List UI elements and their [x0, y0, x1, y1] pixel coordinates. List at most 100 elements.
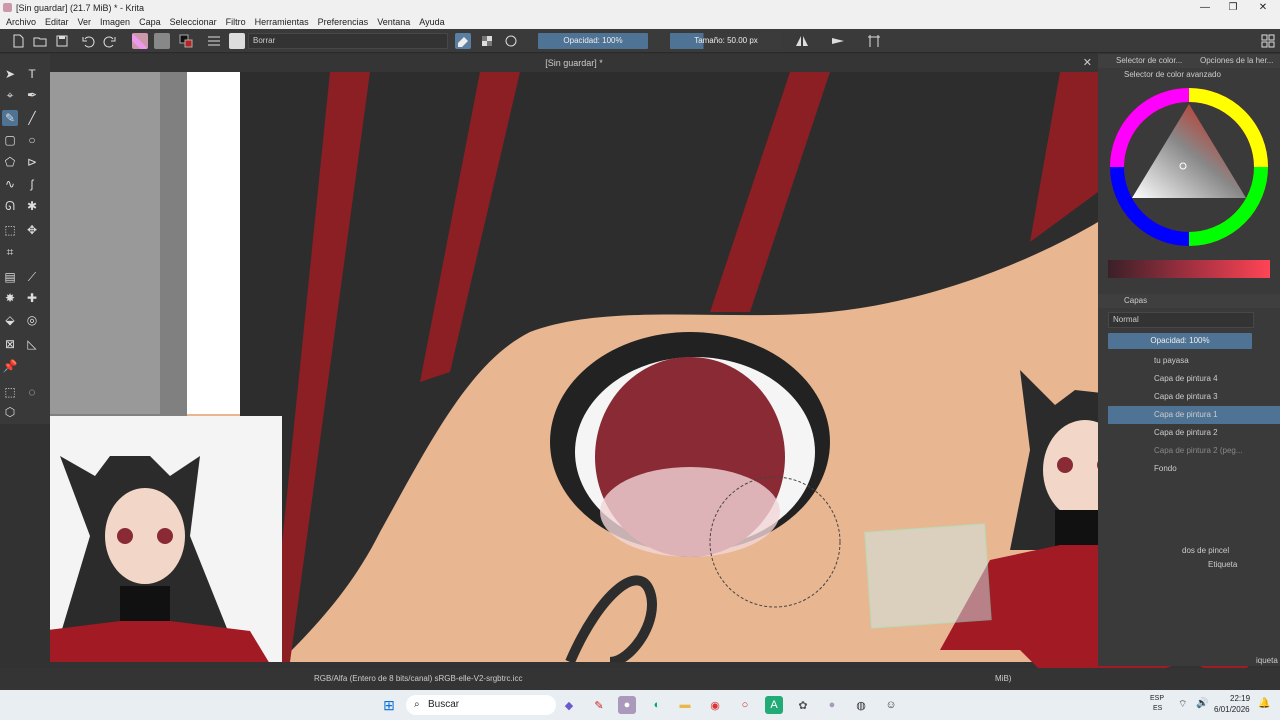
windows-start-icon[interactable]: ⊞ — [380, 696, 398, 714]
close-document-icon[interactable]: ✕ — [1083, 54, 1092, 72]
wifi-icon[interactable]: ⌔ — [1178, 698, 1187, 711]
eraser-mode-icon[interactable] — [455, 33, 471, 49]
brush-settings-icon[interactable] — [206, 33, 222, 49]
menu-filtro[interactable]: Filtro — [226, 17, 246, 27]
file-explorer-icon[interactable]: ▬ — [676, 696, 694, 714]
transform-tool-icon[interactable]: ⬚ — [2, 222, 18, 238]
clock-date[interactable]: 6/01/2026 — [1214, 705, 1250, 714]
assistant-tool-icon[interactable]: ⊠ — [2, 336, 18, 352]
layer-blend-select[interactable]: Normal — [1108, 312, 1254, 328]
menu-preferencias[interactable]: Preferencias — [318, 17, 369, 27]
obs-icon[interactable]: ◍ — [852, 696, 870, 714]
freehand-path-icon[interactable]: ʃ — [24, 176, 40, 192]
ellipse-tool-icon[interactable]: ○ — [24, 132, 40, 148]
redo-icon[interactable] — [102, 33, 118, 49]
volume-icon[interactable]: 🔊 — [1196, 698, 1208, 709]
gradient-tool-icon[interactable]: ▤ — [2, 269, 18, 285]
freehand-brush-icon[interactable]: ✎ — [2, 110, 18, 126]
blend-mode-select[interactable]: Borrar — [248, 33, 448, 49]
color-history-strip[interactable] — [1108, 260, 1270, 278]
layer-opacity-slider[interactable]: Opacidad: 100% — [1108, 333, 1252, 349]
minimize-button[interactable]: — — [1190, 0, 1220, 15]
menu-imagen[interactable]: Imagen — [100, 17, 130, 27]
layer-row-selected[interactable]: Capa de pintura 1 — [1108, 406, 1280, 424]
edit-shapes-icon[interactable]: ⌖ — [2, 87, 18, 103]
reference-tool-icon[interactable]: 📌 — [2, 358, 18, 374]
reload-preset-icon[interactable] — [503, 33, 519, 49]
polyline-tool-icon[interactable]: ⊳ — [24, 154, 40, 170]
polygon-tool-icon[interactable]: ⬠ — [2, 154, 18, 170]
menu-ayuda[interactable]: Ayuda — [419, 17, 444, 27]
maximize-button[interactable]: ❐ — [1218, 0, 1248, 15]
fg-bg-color-icon[interactable] — [178, 33, 194, 49]
save-icon[interactable] — [54, 33, 70, 49]
open-folder-icon[interactable] — [32, 33, 48, 49]
language-top[interactable]: ESP — [1150, 695, 1164, 702]
new-document-icon[interactable] — [10, 33, 26, 49]
rectangle-tool-icon[interactable]: ▢ — [2, 132, 18, 148]
size-slider[interactable]: Tamaño: 50.00 px — [670, 33, 782, 49]
color-space-info: RGB/Alfa (Entero de 8 bits/canal) sRGB-e… — [314, 674, 523, 683]
colorize-mask-icon[interactable]: ✸ — [2, 290, 18, 306]
multibrush-icon[interactable]: ✱ — [24, 198, 40, 214]
wrap-around-icon[interactable] — [866, 33, 882, 49]
clock-time[interactable]: 22:19 — [1230, 694, 1250, 703]
dynamic-brush-icon[interactable]: ᘏ — [2, 198, 18, 214]
brush-preset-icon[interactable] — [229, 33, 245, 49]
mirror-horizontal-icon[interactable] — [794, 33, 810, 49]
layer-row[interactable]: Capa de pintura 2 — [1108, 424, 1280, 442]
chrome-icon[interactable]: ◉ — [706, 696, 724, 714]
document-tab[interactable]: [Sin guardar] * ✕ — [50, 54, 1098, 72]
enclose-fill-icon[interactable]: ◎ — [24, 312, 40, 328]
rect-select-icon[interactable]: ⬚ — [2, 384, 18, 400]
measure-tool-icon[interactable]: ◺ — [24, 336, 40, 352]
app-icon[interactable]: ✎ — [590, 696, 608, 714]
opera-icon[interactable]: ○ — [736, 696, 754, 714]
crop-tool-icon[interactable]: ⌗ — [2, 244, 18, 260]
polygon-select-icon[interactable]: ⬡ — [2, 404, 18, 420]
copilot-icon[interactable]: ◆ — [560, 696, 578, 714]
taskbar-search[interactable]: ⌕ Buscar — [406, 695, 556, 715]
krita-taskbar-icon[interactable]: ● — [618, 696, 636, 714]
menu-archivo[interactable]: Archivo — [6, 17, 36, 27]
color-wheel[interactable] — [1108, 86, 1270, 250]
close-window-button[interactable]: ✕ — [1248, 0, 1278, 15]
app-face-icon[interactable]: ☺ — [882, 696, 900, 714]
line-tool-icon[interactable]: ╱ — [24, 110, 40, 126]
calligraphy-icon[interactable]: ✒ — [24, 87, 40, 103]
text-tool-icon[interactable]: T — [24, 66, 40, 82]
menu-ventana[interactable]: Ventana — [377, 17, 410, 27]
workspace-icon[interactable] — [1260, 33, 1276, 49]
opacity-slider[interactable]: Opacidad: 100% — [538, 33, 648, 49]
layer-row[interactable]: tu payasa — [1108, 352, 1280, 370]
krita-icon[interactable]: ● — [823, 696, 841, 714]
layer-row[interactable]: Fondo — [1108, 460, 1280, 478]
tab-tool-options[interactable]: Opciones de la her... — [1198, 54, 1280, 68]
layer-row[interactable]: Capa de pintura 2 (peg... — [1108, 442, 1280, 460]
layer-row[interactable]: Capa de pintura 4 — [1108, 370, 1280, 388]
menu-capa[interactable]: Capa — [139, 17, 161, 27]
gradient-pattern-icon[interactable] — [132, 33, 148, 49]
edge-icon[interactable]: ◐ — [648, 696, 666, 714]
preserve-alpha-icon[interactable] — [479, 33, 495, 49]
layer-row[interactable]: Capa de pintura 3 — [1108, 388, 1280, 406]
fill-tool-icon[interactable]: ⬙ — [2, 312, 18, 328]
ellipse-select-icon[interactable]: ◌ — [24, 384, 40, 400]
mirror-vertical-icon[interactable] — [830, 33, 846, 49]
menu-ver[interactable]: Ver — [78, 17, 92, 27]
bezier-tool-icon[interactable]: ∿ — [2, 176, 18, 192]
move-tool-icon[interactable]: ✥ — [24, 222, 40, 238]
menu-seleccionar[interactable]: Seleccionar — [170, 17, 217, 27]
smart-patch-icon[interactable]: ✚ — [24, 290, 40, 306]
language-bottom[interactable]: ES — [1153, 705, 1162, 712]
menu-herramientas[interactable]: Herramientas — [255, 17, 309, 27]
app-green-icon[interactable]: A — [765, 696, 783, 714]
pattern-icon[interactable] — [154, 33, 170, 49]
app-gear-icon[interactable]: ✿ — [794, 696, 812, 714]
title-bar: [Sin guardar] (21.7 MiB) * - Krita — ❐ ✕ — [0, 0, 1280, 15]
color-picker-icon[interactable]: ⟋ — [24, 269, 40, 285]
select-shapes-icon[interactable]: ➤ — [2, 66, 18, 82]
menu-editar[interactable]: Editar — [45, 17, 69, 27]
notification-icon[interactable]: 🔔 — [1258, 698, 1270, 709]
undo-icon[interactable] — [80, 33, 96, 49]
